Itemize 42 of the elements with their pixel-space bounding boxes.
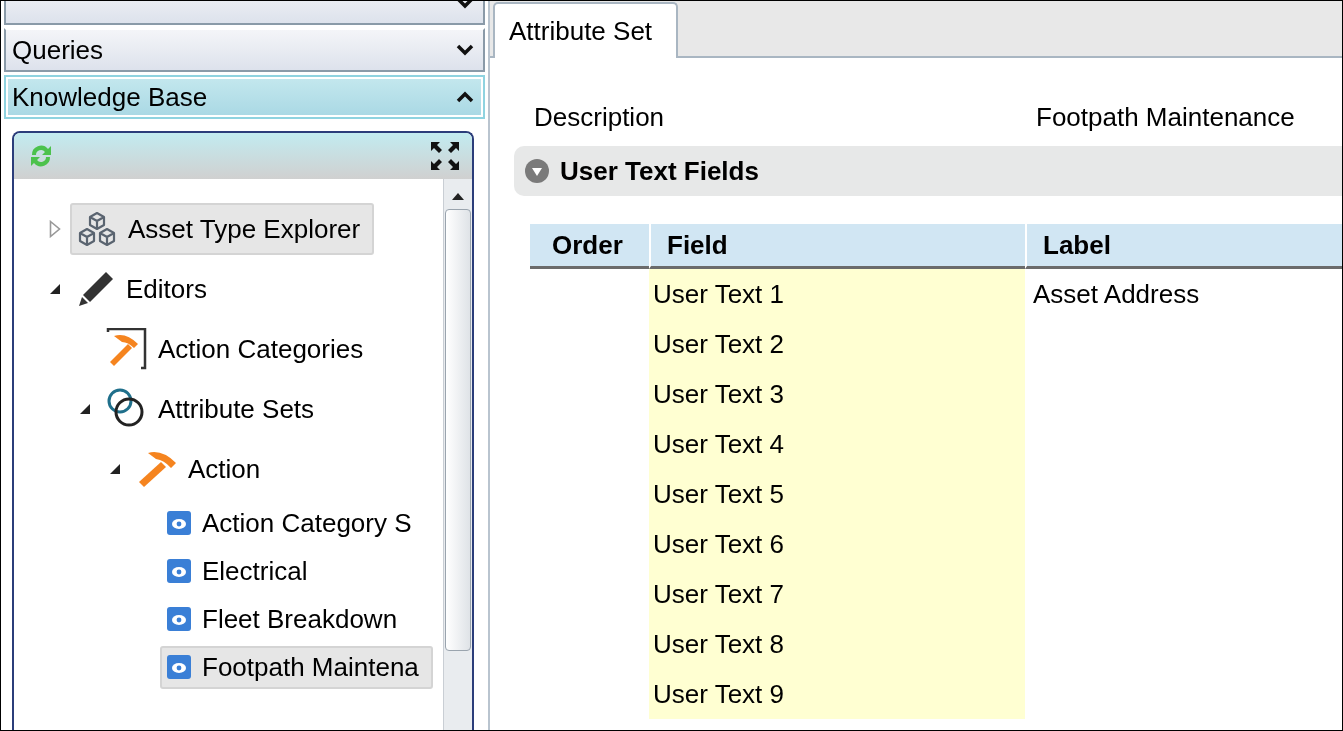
tab[interactable]: Attribute Set <box>493 2 679 58</box>
tree-item[interactable]: Editors <box>70 263 221 315</box>
expanded-icon[interactable] <box>79 403 91 415</box>
table-cell: User Text 8 <box>649 619 1025 669</box>
fullscreen-icon[interactable] <box>430 141 460 171</box>
expanded-icon[interactable] <box>109 463 121 475</box>
table-cell: User Text 7 <box>649 569 1025 619</box>
field-label: Description <box>534 102 666 130</box>
tree-item[interactable]: Electrical <box>160 549 322 593</box>
chevron-icon[interactable] <box>455 90 475 104</box>
column-header[interactable]: Label <box>1025 224 1342 269</box>
cubes-icon <box>76 209 118 249</box>
table-cell: User Text 4 <box>649 419 1025 469</box>
tree-item[interactable]: Action Categories <box>100 322 378 376</box>
table-cell: User Text 2 <box>649 319 1025 369</box>
table-cell: User Text 9 <box>649 669 1025 719</box>
accordion-header[interactable]: Knowledge Base <box>4 75 485 119</box>
collapse-icon[interactable] <box>524 158 550 184</box>
tree-item[interactable]: Attribute Sets <box>100 382 329 436</box>
expanded-icon[interactable] <box>49 283 61 295</box>
chevron-icon[interactable] <box>455 43 475 57</box>
section-title: User Text Fields <box>560 155 759 187</box>
expand-icon[interactable] <box>49 220 61 238</box>
tree-item[interactable]: Fleet Breakdown <box>160 597 412 641</box>
column-header[interactable]: Order <box>530 224 649 269</box>
scrollbar[interactable] <box>443 179 472 730</box>
tree-item[interactable]: Footpath Maintena <box>160 645 433 689</box>
table-cell: User Text 6 <box>649 519 1025 569</box>
tree-item[interactable]: Action <box>130 443 275 495</box>
table-cell: User Text 5 <box>649 469 1025 519</box>
tree-item[interactable]: Action Category S <box>160 501 426 545</box>
column-header[interactable]: Field <box>649 224 1025 269</box>
table-cell: User Text 1 <box>649 269 1025 319</box>
scroll-up-icon[interactable] <box>451 191 465 201</box>
section-header[interactable]: User Text Fields <box>514 146 1342 196</box>
table-cell: User Text 3 <box>649 369 1025 419</box>
tree-item[interactable]: Asset Type Explorer <box>70 203 375 255</box>
accordion-header[interactable]: Queries <box>4 28 485 72</box>
hammer-icon <box>106 328 148 370</box>
pencil-icon <box>76 269 116 309</box>
table-cell: Asset Address <box>1033 278 1200 310</box>
field-value: Footpath Maintenance <box>1036 102 1295 130</box>
